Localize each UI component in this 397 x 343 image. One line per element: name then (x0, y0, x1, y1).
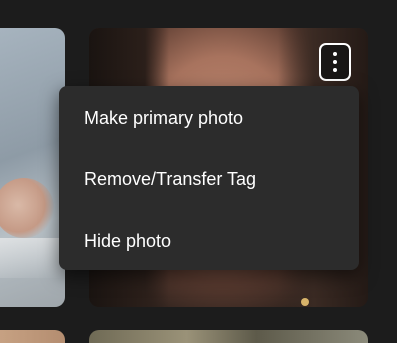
photo-content (301, 298, 309, 306)
photo-context-menu: Make primary photo Remove/Transfer Tag H… (59, 86, 359, 270)
more-vertical-icon (333, 52, 337, 56)
menu-item-remove-transfer-tag[interactable]: Remove/Transfer Tag (59, 149, 359, 209)
photo-tile-bottom-left[interactable] (0, 330, 65, 343)
photo-content (0, 238, 65, 278)
menu-item-hide-photo[interactable]: Hide photo (59, 211, 359, 271)
more-vertical-icon (333, 68, 337, 72)
more-options-button[interactable] (319, 43, 351, 81)
menu-item-label: Hide photo (84, 230, 172, 251)
photo-content (0, 178, 54, 238)
more-vertical-icon (333, 60, 337, 64)
menu-item-make-primary-photo[interactable]: Make primary photo (59, 88, 359, 148)
photo-tile-left[interactable] (0, 28, 65, 307)
photo-tile-bottom-right[interactable] (89, 330, 368, 343)
photo-grid-view: Make primary photo Remove/Transfer Tag H… (0, 0, 397, 343)
menu-item-label: Remove/Transfer Tag (84, 168, 257, 189)
menu-item-label: Make primary photo (84, 107, 244, 128)
